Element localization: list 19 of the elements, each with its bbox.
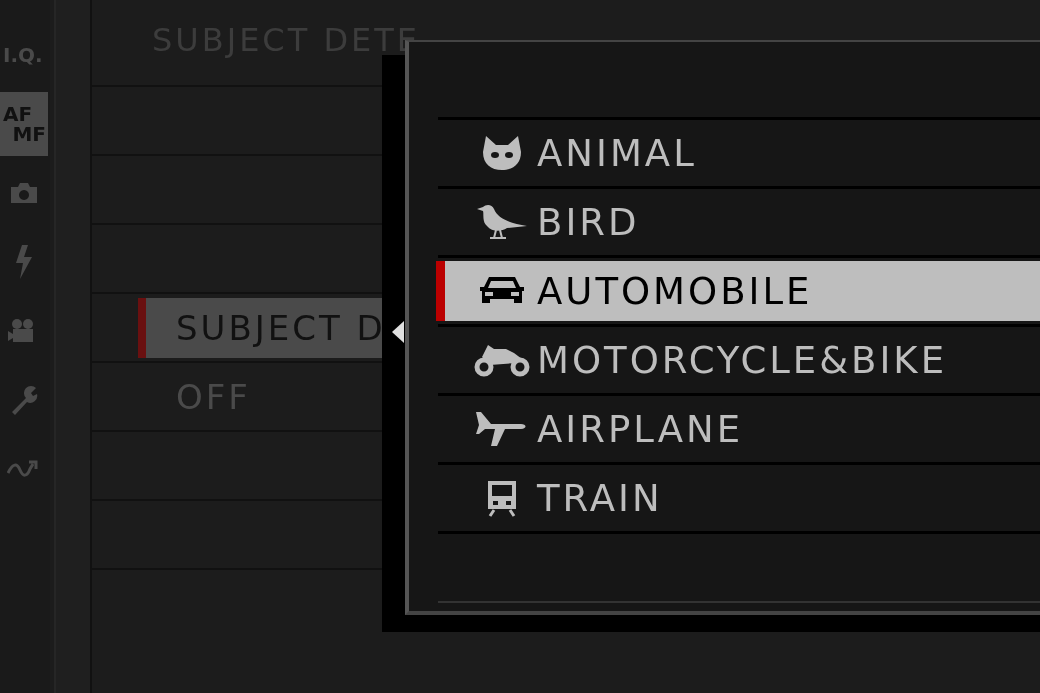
cat-icon (480, 134, 524, 172)
option-label: BIRD (537, 200, 640, 244)
option-label: AUTOMOBILE (537, 269, 813, 313)
option-item[interactable]: MOTORCYCLE&BIKE (436, 330, 1040, 390)
motorcycle-icon (474, 343, 530, 377)
option-label: ANIMAL (537, 131, 697, 175)
option-item[interactable]: ANIMAL (436, 123, 1040, 183)
option-item[interactable]: BIRD (436, 192, 1040, 252)
left-arrow-icon (392, 321, 404, 343)
camera-icon (9, 180, 39, 205)
option-label: TRAIN (537, 476, 663, 520)
option-label: MOTORCYCLE&BIKE (537, 338, 947, 382)
bird-icon (476, 204, 528, 240)
option-item[interactable]: TRAIN (436, 468, 1040, 528)
option-item[interactable]: AIRPLANE (436, 399, 1040, 459)
option-item[interactable]: AUTOMOBILE (436, 261, 1040, 321)
flash-icon (14, 244, 34, 279)
option-label: AIRPLANE (537, 407, 744, 451)
wave-icon (7, 458, 41, 479)
